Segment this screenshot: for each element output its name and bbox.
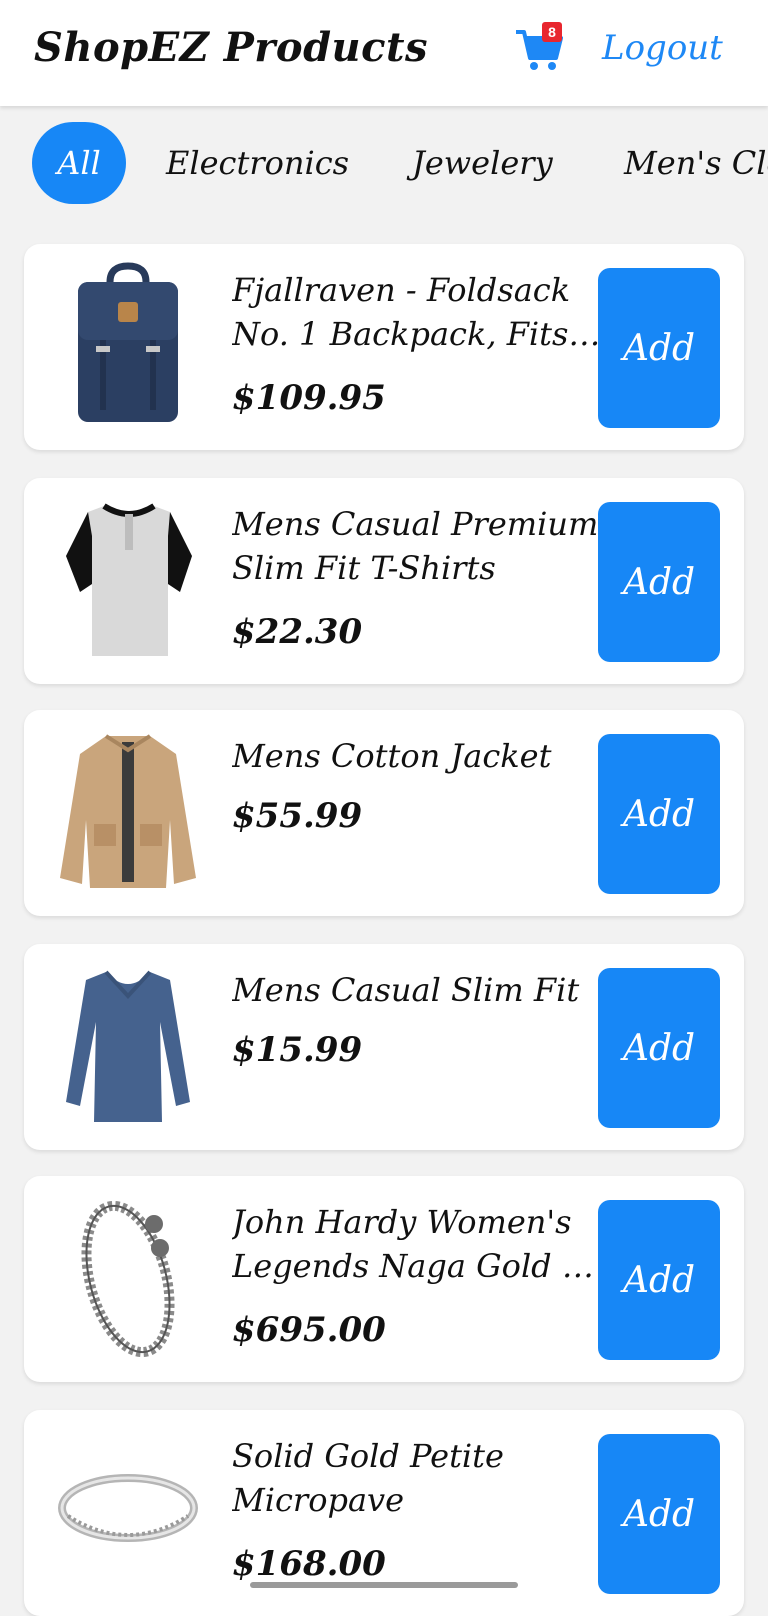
add-to-cart-button[interactable]: Add xyxy=(598,1434,720,1594)
product-name: Solid Gold Petite Micropave xyxy=(232,1437,504,1519)
bracelet-icon xyxy=(81,1200,175,1358)
home-indicator[interactable] xyxy=(250,1582,518,1588)
jacket-icon xyxy=(60,734,196,888)
tab-mens-clothing[interactable]: Men's Clothing xyxy=(624,122,768,204)
product-card: Mens Cotton Jacket $55.99 Add xyxy=(24,710,744,916)
backpack-icon xyxy=(78,262,178,422)
product-price: $695.00 xyxy=(232,1310,386,1350)
product-price: $168.00 xyxy=(232,1544,386,1584)
product-name: Fjallraven - Foldsack No. 1 Backpack, Fi… xyxy=(232,271,571,353)
add-to-cart-button[interactable]: Add xyxy=(598,268,720,428)
cart-count-badge: 8 xyxy=(542,22,562,42)
tab-all[interactable]: All xyxy=(32,122,126,204)
add-to-cart-button[interactable]: Add xyxy=(598,1200,720,1360)
tab-jewelery[interactable]: Jewelery xyxy=(412,122,553,204)
product-card: Fjallraven - Foldsack No. 1 Backpack, Fi… xyxy=(24,244,744,450)
product-name: Mens Cotton Jacket xyxy=(232,737,552,775)
product-card: John Hardy Women's Legends Naga Gold & S… xyxy=(24,1176,744,1382)
ring-icon xyxy=(58,1474,198,1542)
logout-link[interactable]: Logout xyxy=(602,28,723,68)
page-title: ShopEZ Products xyxy=(34,24,428,71)
add-to-cart-button[interactable]: Add xyxy=(598,734,720,894)
product-name: Mens Casual Slim Fit xyxy=(232,971,580,1009)
product-price: $15.99 xyxy=(232,1030,363,1070)
add-to-cart-button[interactable]: Add xyxy=(598,502,720,662)
category-tabs: All Electronics Jewelery Men's Clothing xyxy=(0,106,768,226)
tab-electronics[interactable]: Electronics xyxy=(166,122,349,204)
product-price: $109.95 xyxy=(232,378,386,418)
product-card: Mens Casual Slim Fit $15.99 Add xyxy=(24,944,744,1150)
tshirt-icon xyxy=(66,503,192,656)
cart-button[interactable]: 8 xyxy=(514,22,566,74)
product-price: $55.99 xyxy=(232,796,363,836)
app-header: ShopEZ Products 8 Logout xyxy=(0,0,768,106)
longsleeve-icon xyxy=(66,970,190,1122)
product-price: $22.30 xyxy=(232,612,363,652)
add-to-cart-button[interactable]: Add xyxy=(598,968,720,1128)
product-name: John Hardy Women's Legends Naga Gold & S… xyxy=(232,1203,591,1285)
product-name: Mens Casual Premium Slim Fit T-Shirts xyxy=(232,505,599,587)
product-card: Mens Casual Premium Slim Fit T-Shirts $2… xyxy=(24,478,744,684)
